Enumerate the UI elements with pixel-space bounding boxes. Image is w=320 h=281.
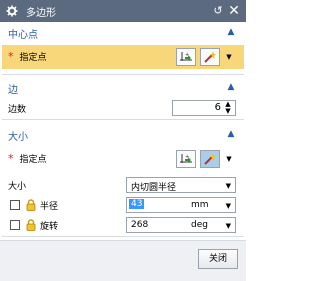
specify-point-label: 指定点 <box>19 155 47 165</box>
section-header-sides[interactable]: 边 ▲ <box>2 78 244 98</box>
required-marker: * <box>8 50 14 63</box>
rotation-input[interactable]: 268 deg ▼ <box>126 217 236 233</box>
chevron-up-icon[interactable]: ▲ <box>226 82 236 92</box>
side-count-row: 边数 6 ▲ ▼ <box>2 98 244 118</box>
radius-input[interactable]: 43 mm ▼ <box>126 197 236 213</box>
size-section: 大小 ▲ * 指定点 + ▼ 大小 内切圆半径 ▼ 半径 43 mm ▼ 旋转 … <box>2 125 244 237</box>
point-dialog-button[interactable]: + <box>176 48 196 66</box>
chevron-down-icon[interactable]: ▼ <box>226 202 231 210</box>
close-button[interactable]: 关闭 <box>198 249 238 269</box>
specify-point-label-wrap: * 指定点 <box>8 50 47 63</box>
inferred-point-icon[interactable] <box>200 48 220 66</box>
specify-point-row-center[interactable]: * 指定点 + ▼ <box>2 45 244 69</box>
spinner-arrows-icon[interactable]: ▲ ▼ <box>223 101 233 115</box>
center-point-section: 中心点 ▲ * 指定点 + ▼ <box>2 23 244 75</box>
section-header-size[interactable]: 大小 ▲ <box>2 125 244 145</box>
specify-point-label: 指定点 <box>19 53 47 63</box>
chevron-down-icon[interactable]: ▼ <box>224 150 234 168</box>
size-type-row: 大小 内切圆半径 ▼ <box>2 175 244 195</box>
inferred-point-icon[interactable] <box>200 150 220 168</box>
rotation-lock-checkbox[interactable] <box>10 220 20 230</box>
size-type-value: 内切圆半径 <box>131 183 177 193</box>
side-count-label: 边数 <box>8 105 27 115</box>
svg-text:+: + <box>185 154 189 160</box>
section-title-center: 中心点 <box>8 29 38 41</box>
window-title: 多边形 <box>26 7 56 19</box>
section-title-size: 大小 <box>8 131 28 143</box>
reset-icon[interactable]: ↺ <box>212 4 224 18</box>
rotation-label: 旋转 <box>40 222 59 232</box>
specify-point-label-wrap: * 指定点 <box>8 152 47 165</box>
radius-row: 半径 43 mm ▼ <box>2 195 244 215</box>
rotation-unit: deg <box>191 220 208 230</box>
svg-text:+: + <box>185 52 189 58</box>
chevron-down-icon[interactable]: ▼ <box>226 222 231 230</box>
chevron-up-icon[interactable]: ▲ <box>226 27 236 37</box>
dialog-footer: 关闭 <box>0 240 246 281</box>
close-icon[interactable]: ✕ <box>227 3 241 19</box>
rotation-row: 旋转 268 deg ▼ <box>2 215 244 235</box>
chevron-down-icon: ▼ <box>225 182 231 190</box>
rotation-value: 268 <box>131 220 149 230</box>
chevron-up-icon[interactable]: ▲ <box>226 129 236 139</box>
chevron-down-icon[interactable]: ▼ <box>224 48 234 66</box>
required-marker: * <box>8 152 14 165</box>
radius-value: 43 <box>129 199 145 209</box>
side-count-spinner[interactable]: 6 ▲ ▼ <box>172 100 236 116</box>
lock-icon <box>26 199 36 211</box>
lock-icon <box>26 219 36 231</box>
section-header-center[interactable]: 中心点 ▲ <box>2 23 244 43</box>
gear-icon <box>6 5 18 17</box>
radius-unit: mm <box>191 200 209 210</box>
size-type-select[interactable]: 内切圆半径 ▼ <box>126 177 236 193</box>
side-count-value: 6 <box>214 102 221 113</box>
specify-point-row-size[interactable]: * 指定点 + ▼ <box>2 147 244 171</box>
radius-label: 半径 <box>40 202 59 212</box>
size-type-label: 大小 <box>8 182 27 192</box>
title-bar: 多边形 ↺ ✕ <box>0 0 246 22</box>
radius-lock-checkbox[interactable] <box>10 200 20 210</box>
sides-section: 边 ▲ 边数 6 ▲ ▼ <box>2 78 244 120</box>
section-title-sides: 边 <box>8 84 18 96</box>
point-dialog-button[interactable]: + <box>176 150 196 168</box>
